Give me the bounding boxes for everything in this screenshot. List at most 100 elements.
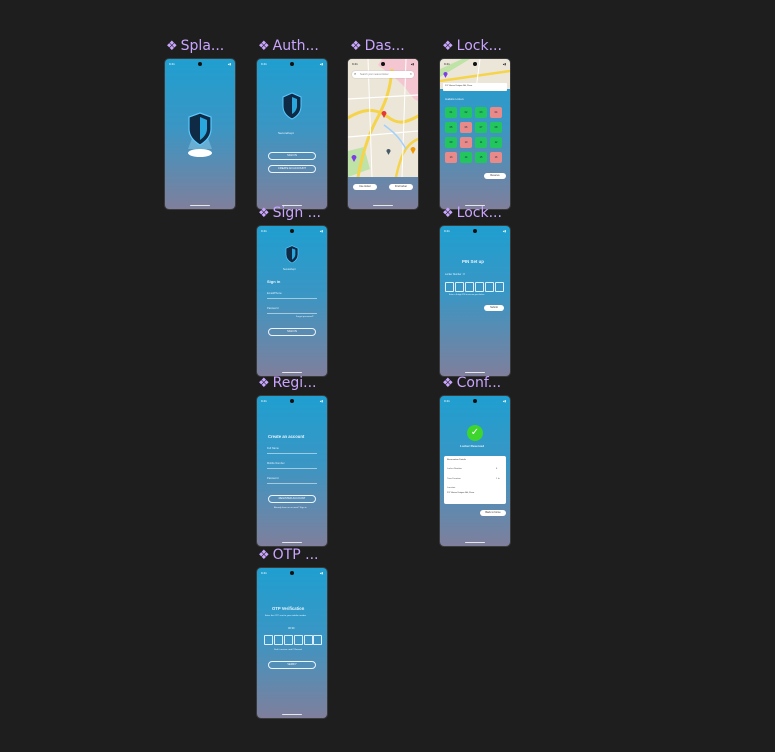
submit-button[interactable]: Submit xyxy=(484,305,504,311)
locker-select-screen[interactable]: 9:41 ▴▮ 2/1 Vilnius Katiyar Rd, Pune Avai… xyxy=(440,59,510,209)
camera-dot xyxy=(198,62,202,66)
frame-label-auth[interactable]: ❖ Auth... xyxy=(258,38,319,54)
brand-name: SecureKept xyxy=(278,131,294,135)
red-pin-icon xyxy=(381,111,387,118)
reservation-card: Reservation Details Locker Number 8 Time… xyxy=(444,456,506,504)
auth-screen[interactable]: 9:41 ▴▮ SecureKept SIGN IN CREATE AN ACCO… xyxy=(257,59,327,209)
forgot-password-link[interactable]: Forgot password? xyxy=(296,316,314,318)
close-icon[interactable]: ✕ xyxy=(409,72,412,76)
password-field[interactable]: Password xyxy=(267,307,317,314)
component-icon: ❖ xyxy=(258,376,270,391)
detail-value: 2/1 Vilnius Katiyar Rd, Pune xyxy=(447,492,475,494)
frame-label-register[interactable]: ❖ Regi... xyxy=(258,375,317,391)
search-bar[interactable]: ⌕ Search your nearest locker ✕ xyxy=(352,71,414,78)
locker-cell[interactable]: 14 xyxy=(460,152,472,163)
otp-subtitle: Enter the OTP sent to your mobile number xyxy=(265,615,307,617)
pin-setup-screen[interactable]: 9:41 ▴▮ PIN Set up Locker Number : 8 Ente… xyxy=(440,226,510,376)
pin-digit-box[interactable] xyxy=(485,282,494,292)
search-icon: ⌕ xyxy=(354,71,357,76)
frame-label-pin-setup[interactable]: ❖ Lock... xyxy=(442,205,502,221)
locker-cell[interactable]: 04 xyxy=(490,107,502,118)
shield-logo-icon xyxy=(282,92,302,120)
purple-pin-icon xyxy=(443,72,448,78)
pin-digit-box[interactable] xyxy=(445,282,454,292)
dashboard-screen[interactable]: 9:41 ▴▮ ⌕ Search your nearest locker ✕ Us… xyxy=(348,59,418,209)
signin-submit-button[interactable]: SIGN IN xyxy=(268,328,316,336)
blue-pin-icon xyxy=(386,149,391,155)
check-icon: ✓ xyxy=(467,425,483,441)
locker-cell[interactable]: 05 xyxy=(445,122,457,133)
splash-screen[interactable]: 9:41 ▴▮ xyxy=(165,59,235,209)
signin-button[interactable]: SIGN IN xyxy=(268,152,316,160)
locker-cell[interactable]: 02 xyxy=(460,107,472,118)
pin-digit-box[interactable] xyxy=(455,282,464,292)
verify-button[interactable]: VERIFY xyxy=(268,661,316,669)
detail-key: Location xyxy=(447,487,456,489)
register-screen[interactable]: 9:41 ▴▮ Create an account Full Name Mobil… xyxy=(257,396,327,546)
locker-cell[interactable]: 10 xyxy=(460,137,472,148)
frame-label-confirm[interactable]: ❖ Conf... xyxy=(442,375,501,391)
component-icon: ❖ xyxy=(442,376,454,391)
use-locker-button[interactable]: Use locker xyxy=(353,184,377,190)
address-card: 2/1 Vilnius Katiyar Rd, Pune xyxy=(443,83,507,91)
locker-cell[interactable]: 15 xyxy=(475,152,487,163)
search-input[interactable]: Search your nearest locker xyxy=(360,73,389,76)
component-icon: ❖ xyxy=(258,39,270,54)
name-field[interactable]: Full Name xyxy=(267,447,317,454)
otp-screen[interactable]: 9:41 ▴▮ OTP Verification Enter the OTP se… xyxy=(257,568,327,718)
component-icon: ❖ xyxy=(258,206,270,221)
signin-screen[interactable]: 9:41 ▴▮ SecureKept Sign in Email/Phone Pa… xyxy=(257,226,327,376)
find-locker-button[interactable]: Find locker xyxy=(389,184,413,190)
pin-digit-box[interactable] xyxy=(475,282,484,292)
frame-label-splash[interactable]: ❖ Spla... xyxy=(166,38,224,54)
locker-cell[interactable]: 01 xyxy=(445,107,457,118)
confirm-screen[interactable]: 9:41 ▴▮ ✓ Locker Reserved Reservation Det… xyxy=(440,396,510,546)
create-account-button[interactable]: CREATE AN ACCOUNT xyxy=(268,165,316,173)
locker-cell[interactable]: 08 xyxy=(490,122,502,133)
register-button[interactable]: REGISTER ACCOUNT xyxy=(268,495,316,503)
shield-logo-icon xyxy=(188,112,212,157)
signin-link[interactable]: Already have an account? Sign in xyxy=(274,507,307,509)
orange-pin-icon xyxy=(410,147,416,154)
register-heading: Create an account xyxy=(268,434,305,439)
detail-key: Locker Number xyxy=(447,468,462,470)
otp-heading: OTP Verification xyxy=(272,606,305,611)
locker-cell[interactable]: 12 xyxy=(490,137,502,148)
detail-key: Time Duration xyxy=(447,478,461,480)
pin-digit-box[interactable] xyxy=(465,282,474,292)
locker-cell[interactable]: 07 xyxy=(475,122,487,133)
locker-cell[interactable]: 16 xyxy=(490,152,502,163)
card-title: Reservation Details xyxy=(447,459,466,461)
back-home-button[interactable]: Back to home xyxy=(480,510,506,516)
locker-cell[interactable]: 11 xyxy=(475,137,487,148)
frame-label-otp[interactable]: ❖ OTP ... xyxy=(258,547,318,563)
component-icon: ❖ xyxy=(350,39,362,54)
otp-digit-box[interactable] xyxy=(294,635,303,645)
pin-heading: PIN Set up xyxy=(462,259,484,264)
otp-digit-box[interactable] xyxy=(274,635,283,645)
otp-digit-box[interactable] xyxy=(313,635,322,645)
password-field[interactable]: Password xyxy=(267,477,317,484)
frame-label-locker-select[interactable]: ❖ Lock... xyxy=(442,38,502,54)
locker-cell[interactable]: 03 xyxy=(475,107,487,118)
pin-hint: Enter a 6-digit PIN to secure your locke… xyxy=(449,294,485,296)
section-title: Available Lockers xyxy=(445,98,464,101)
otp-digit-box[interactable] xyxy=(304,635,313,645)
phone-field[interactable]: Mobile Number xyxy=(267,462,317,469)
locker-cell[interactable]: 06 xyxy=(460,122,472,133)
frame-label-signin[interactable]: ❖ Sign ... xyxy=(258,205,321,221)
otp-digit-box[interactable] xyxy=(264,635,273,645)
locker-cell[interactable]: 09 xyxy=(445,137,457,148)
pin-digit-box[interactable] xyxy=(495,282,504,292)
otp-digit-box[interactable] xyxy=(284,635,293,645)
otp-timer: 00:30 xyxy=(288,627,295,630)
confirm-heading: Locker Reserved xyxy=(460,444,485,448)
frame-label-dashboard[interactable]: ❖ Das... xyxy=(350,38,405,54)
shield-logo-icon xyxy=(285,245,299,264)
locker-cell[interactable]: 13 xyxy=(445,152,457,163)
reserve-button[interactable]: Reserve xyxy=(484,173,506,179)
resend-link[interactable]: Didn't receive code? Resend xyxy=(274,649,302,651)
purple-pin-icon xyxy=(351,155,357,162)
email-field[interactable]: Email/Phone xyxy=(267,292,317,299)
component-icon: ❖ xyxy=(442,39,454,54)
